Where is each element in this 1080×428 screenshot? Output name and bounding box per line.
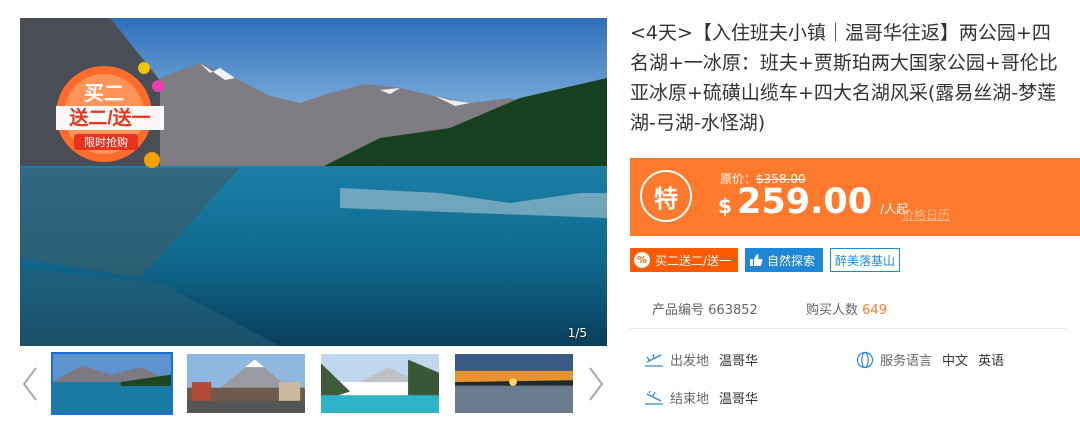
language-chinese: 中文 <box>942 354 969 369</box>
end-info: 结束地 温哥华 <box>644 388 768 407</box>
prev-arrow[interactable] <box>20 364 40 404</box>
promo-tag-label: 买二送二/送一 <box>655 253 732 268</box>
percent-icon: % <box>634 252 650 268</box>
product-title: <4天>【入住班夫小镇｜温哥华往返】两公园+四名湖+一冰原：班夫+贾斯珀两大国家… <box>630 22 1058 134</box>
price-bar: 特 原价：$358.00 $ 259.00 /人起 价格日历 <box>630 158 1080 236</box>
thumbnail-1[interactable] <box>51 352 173 415</box>
promo-tag: % 买二送二/送一 <box>630 248 738 272</box>
thumbnail-4[interactable] <box>453 352 575 415</box>
language-info: 服务语言 中文 英语 <box>856 350 1014 369</box>
departure-value: 温哥华 <box>719 354 759 369</box>
image-counter: 1/5 <box>567 326 587 340</box>
product-meta: 产品编号 663852 购买人数 649 <box>630 290 1066 329</box>
landing-icon <box>645 390 663 405</box>
departure-info: 出发地 温哥华 <box>644 350 768 369</box>
language-label: 服务语言 <box>880 354 933 369</box>
buyers-count: 649 <box>862 303 887 318</box>
price-amount: 259.00 <box>737 182 873 222</box>
nature-tag: 自然探索 <box>745 248 823 272</box>
thumbnail-2[interactable] <box>185 352 307 415</box>
promo-badge: 买二 送二/送一 限时抢购 <box>56 62 164 168</box>
globe-icon <box>856 351 874 368</box>
end-label: 结束地 <box>670 392 710 407</box>
nature-tag-label: 自然探索 <box>767 253 816 268</box>
language-english: 英语 <box>978 354 1005 369</box>
departure-label: 出发地 <box>670 354 710 369</box>
product-id-label: 产品编号 <box>652 303 705 318</box>
takeoff-icon <box>645 353 663 367</box>
price-currency: $ <box>718 194 732 218</box>
chevron-right-icon <box>589 367 604 401</box>
badge-ribbon: 限时抢购 <box>84 135 128 149</box>
scenic-tag: 醉美落基山 <box>830 248 900 272</box>
buyers-label: 购买人数 <box>806 303 859 318</box>
thumbnail-strip <box>20 352 607 418</box>
end-value: 温哥华 <box>719 392 759 407</box>
special-offer-badge: 特 <box>640 170 692 222</box>
thumbnail-3[interactable] <box>319 352 441 415</box>
product-id: 产品编号 663852 <box>652 299 758 318</box>
thumbs-up-icon <box>750 254 763 266</box>
current-price: $ 259.00 /人起 <box>718 182 908 222</box>
price-calendar-link[interactable]: 价格日历 <box>902 206 950 223</box>
next-arrow[interactable] <box>586 364 606 404</box>
buyers: 购买人数 649 <box>806 299 887 318</box>
badge-line1: 买二 <box>84 83 124 105</box>
badge-line2: 送二/送一 <box>69 106 150 129</box>
main-gallery[interactable]: 买二 送二/送一 限时抢购 1/5 <box>20 18 607 346</box>
product-id-value: 663852 <box>708 303 758 318</box>
chevron-left-icon <box>22 367 37 401</box>
